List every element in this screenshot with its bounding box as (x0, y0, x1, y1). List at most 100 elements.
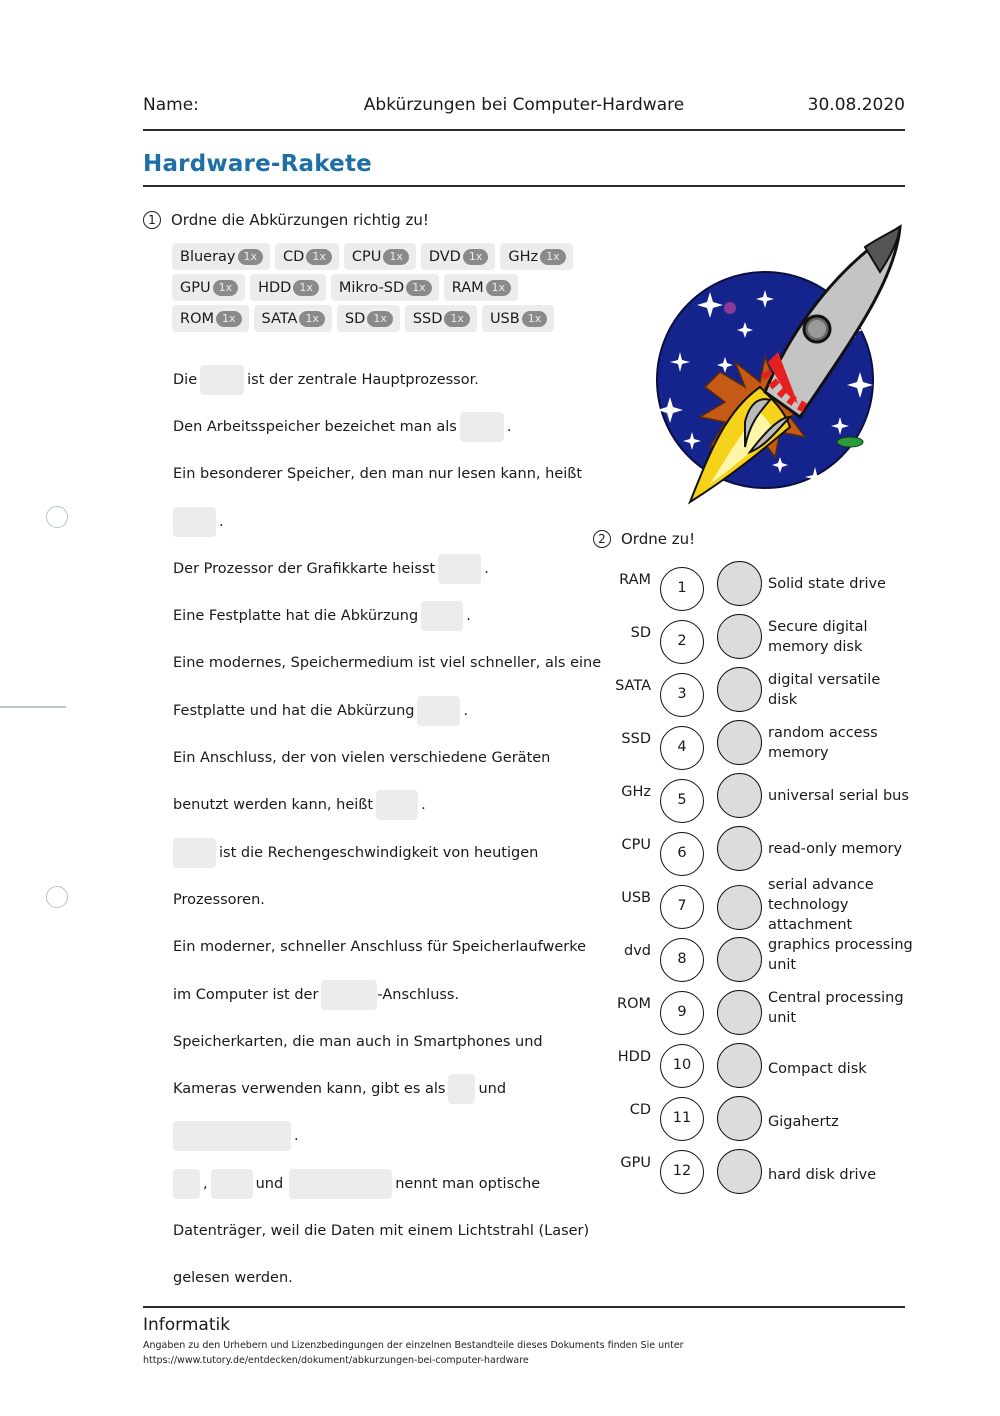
blank-field[interactable] (376, 790, 419, 821)
cloze-text-segment: . (484, 560, 489, 577)
date: 30.08.2020 (807, 95, 905, 115)
answer-circle[interactable] (717, 1043, 762, 1088)
blank-field[interactable] (321, 979, 378, 1010)
word-chip[interactable]: HDD 1x (250, 274, 326, 301)
blank-field[interactable] (421, 601, 464, 632)
word-chip[interactable]: SATA 1x (253, 305, 332, 332)
cloze-line: Prozessoren. (173, 876, 593, 923)
word-bank: Blueray 1x CD 1x CPU 1x DVD 1x GHz 1x GPU 1x H… (172, 243, 592, 336)
blank-field[interactable] (289, 1168, 393, 1199)
blank-field[interactable] (173, 1121, 291, 1152)
cloze-text: Die ist der zentrale Hauptprozessor. Den … (173, 356, 601, 1302)
word-chip[interactable]: RAM 1x (443, 274, 519, 301)
abbreviation-label: SATA (615, 678, 651, 694)
answer-circle[interactable] (717, 1149, 762, 1194)
blank-field[interactable] (200, 364, 245, 395)
word-bank-row: GPU 1x HDD 1x Mikro-SD 1x RAM 1x (172, 274, 592, 301)
blank-field[interactable] (173, 837, 216, 868)
chip-count-badge: 1x (462, 248, 489, 265)
blank-field[interactable] (438, 553, 482, 584)
matching-row: dvd 8 graphics processing unit (600, 929, 913, 982)
answer-circle[interactable] (717, 937, 762, 982)
matching-row: GPU 12 hard disk drive (600, 1141, 910, 1194)
chip-label: USB (489, 310, 520, 327)
task-number-badge: 2 (593, 530, 611, 548)
word-chip[interactable]: SD 1x (336, 305, 400, 332)
blank-field[interactable] (173, 506, 216, 537)
answer-circle[interactable] (717, 720, 762, 765)
answer-circle[interactable] (717, 561, 762, 606)
license-text: Angaben zu den Urhebern und Lizenzbeding… (143, 1340, 684, 1351)
task-1-instruction: Ordne die Abkürzungen richtig zu! (171, 211, 429, 229)
task-2-instruction: Ordne zu! (621, 530, 696, 548)
answer-circle[interactable] (717, 614, 762, 659)
word-chip[interactable]: CD 1x (275, 243, 339, 270)
cloze-line: . (173, 498, 593, 545)
cloze-line: Datenträger, weil die Daten mit einem Li… (173, 1207, 593, 1254)
cloze-line: Die ist der zentrale Hauptprozessor. (173, 356, 593, 403)
word-chip[interactable]: CPU 1x (343, 243, 416, 270)
name-label: Name: (143, 95, 199, 115)
cloze-line: Festplatte und hat die Abkürzung. (173, 687, 593, 734)
blank-field[interactable] (173, 1168, 200, 1199)
definition-label: Solid state drive (768, 576, 886, 592)
word-chip[interactable]: GPU 1x (172, 274, 246, 301)
word-chip[interactable]: DVD 1x (420, 243, 496, 270)
cloze-text-segment: Der Prozessor der Grafikkarte heisst (173, 560, 436, 577)
number-circle: 10 (660, 1044, 704, 1088)
document-title: Abkürzungen bei Computer-Hardware (363, 95, 685, 115)
abbreviation-label: GPU (620, 1155, 651, 1171)
blank-field[interactable] (459, 411, 504, 442)
chip-count-badge: 1x (383, 248, 409, 265)
page-title: Hardware-Rakete (143, 151, 905, 187)
definition-label: digital versatile disk (768, 672, 881, 708)
blank-field[interactable] (448, 1074, 476, 1105)
number-circle: 11 (660, 1097, 704, 1141)
cloze-text-segment: ist der zentrale Hauptprozessor. (247, 371, 479, 388)
word-chip[interactable]: Mikro-SD 1x (330, 274, 439, 301)
definition-label: hard disk drive (768, 1167, 877, 1183)
license-url[interactable]: https://www.tutory.de/entdecken/dokument… (143, 1353, 905, 1368)
definition-label: random access memory (768, 725, 878, 761)
definition-label: Central processing unit (768, 990, 904, 1026)
chip-count-badge: 1x (216, 310, 242, 327)
chip-count-badge: 1x (521, 310, 548, 327)
chip-label: RAM (451, 279, 484, 296)
planet-icon (724, 302, 736, 314)
cloze-text-segment: und (478, 1081, 507, 1098)
chip-label: SD (344, 310, 366, 327)
abbreviation-label: SSD (621, 731, 651, 747)
matching-row: RAM 1 Solid state drive (600, 558, 910, 611)
cloze-line: Ein moderner, schneller Anschluss für Sp… (173, 924, 593, 971)
definition-label: graphics processing unit (768, 937, 913, 973)
answer-circle[interactable] (717, 826, 762, 871)
chip-label: GHz (508, 248, 539, 265)
cloze-text-segment: Datenträger, weil die Daten mit einem Li… (173, 1222, 590, 1239)
abbreviation-label: SD (630, 625, 651, 641)
answer-circle[interactable] (717, 990, 762, 1035)
answer-circle[interactable] (717, 773, 762, 818)
blank-field[interactable] (210, 1168, 253, 1199)
cloze-line: Eine Festplatte hat die Abkürzung. (173, 592, 593, 639)
cloze-text-segment: Ein Anschluss, der von vielen verschiede… (173, 750, 551, 767)
chip-label: Mikro-SD (338, 279, 405, 296)
chip-label: Blueray (180, 248, 236, 265)
cloze-text-segment: Prozessoren. (173, 891, 265, 908)
matching-row: ROM 9 Central processing unit (600, 982, 910, 1035)
blank-field[interactable] (417, 695, 461, 726)
chip-label: CPU (351, 248, 382, 265)
cloze-text-segment: benutzt werden kann, heißt (173, 797, 374, 814)
answer-circle[interactable] (717, 885, 762, 930)
word-chip[interactable]: GHz 1x (500, 243, 573, 270)
word-chip[interactable]: Blueray 1x (172, 243, 271, 270)
fold-mark (0, 706, 66, 708)
word-chip[interactable]: SSD 1x (404, 305, 477, 332)
cloze-line: ist die Rechengeschwindigkeit von heutig… (173, 829, 593, 876)
word-chip[interactable]: ROM 1x (172, 305, 249, 332)
answer-circle[interactable] (717, 667, 762, 712)
answer-circle[interactable] (717, 1096, 762, 1141)
number-circle: 12 (660, 1150, 704, 1194)
chip-label: GPU (180, 279, 211, 296)
chip-label: ROM (180, 310, 214, 327)
word-chip[interactable]: USB 1x (481, 305, 555, 332)
